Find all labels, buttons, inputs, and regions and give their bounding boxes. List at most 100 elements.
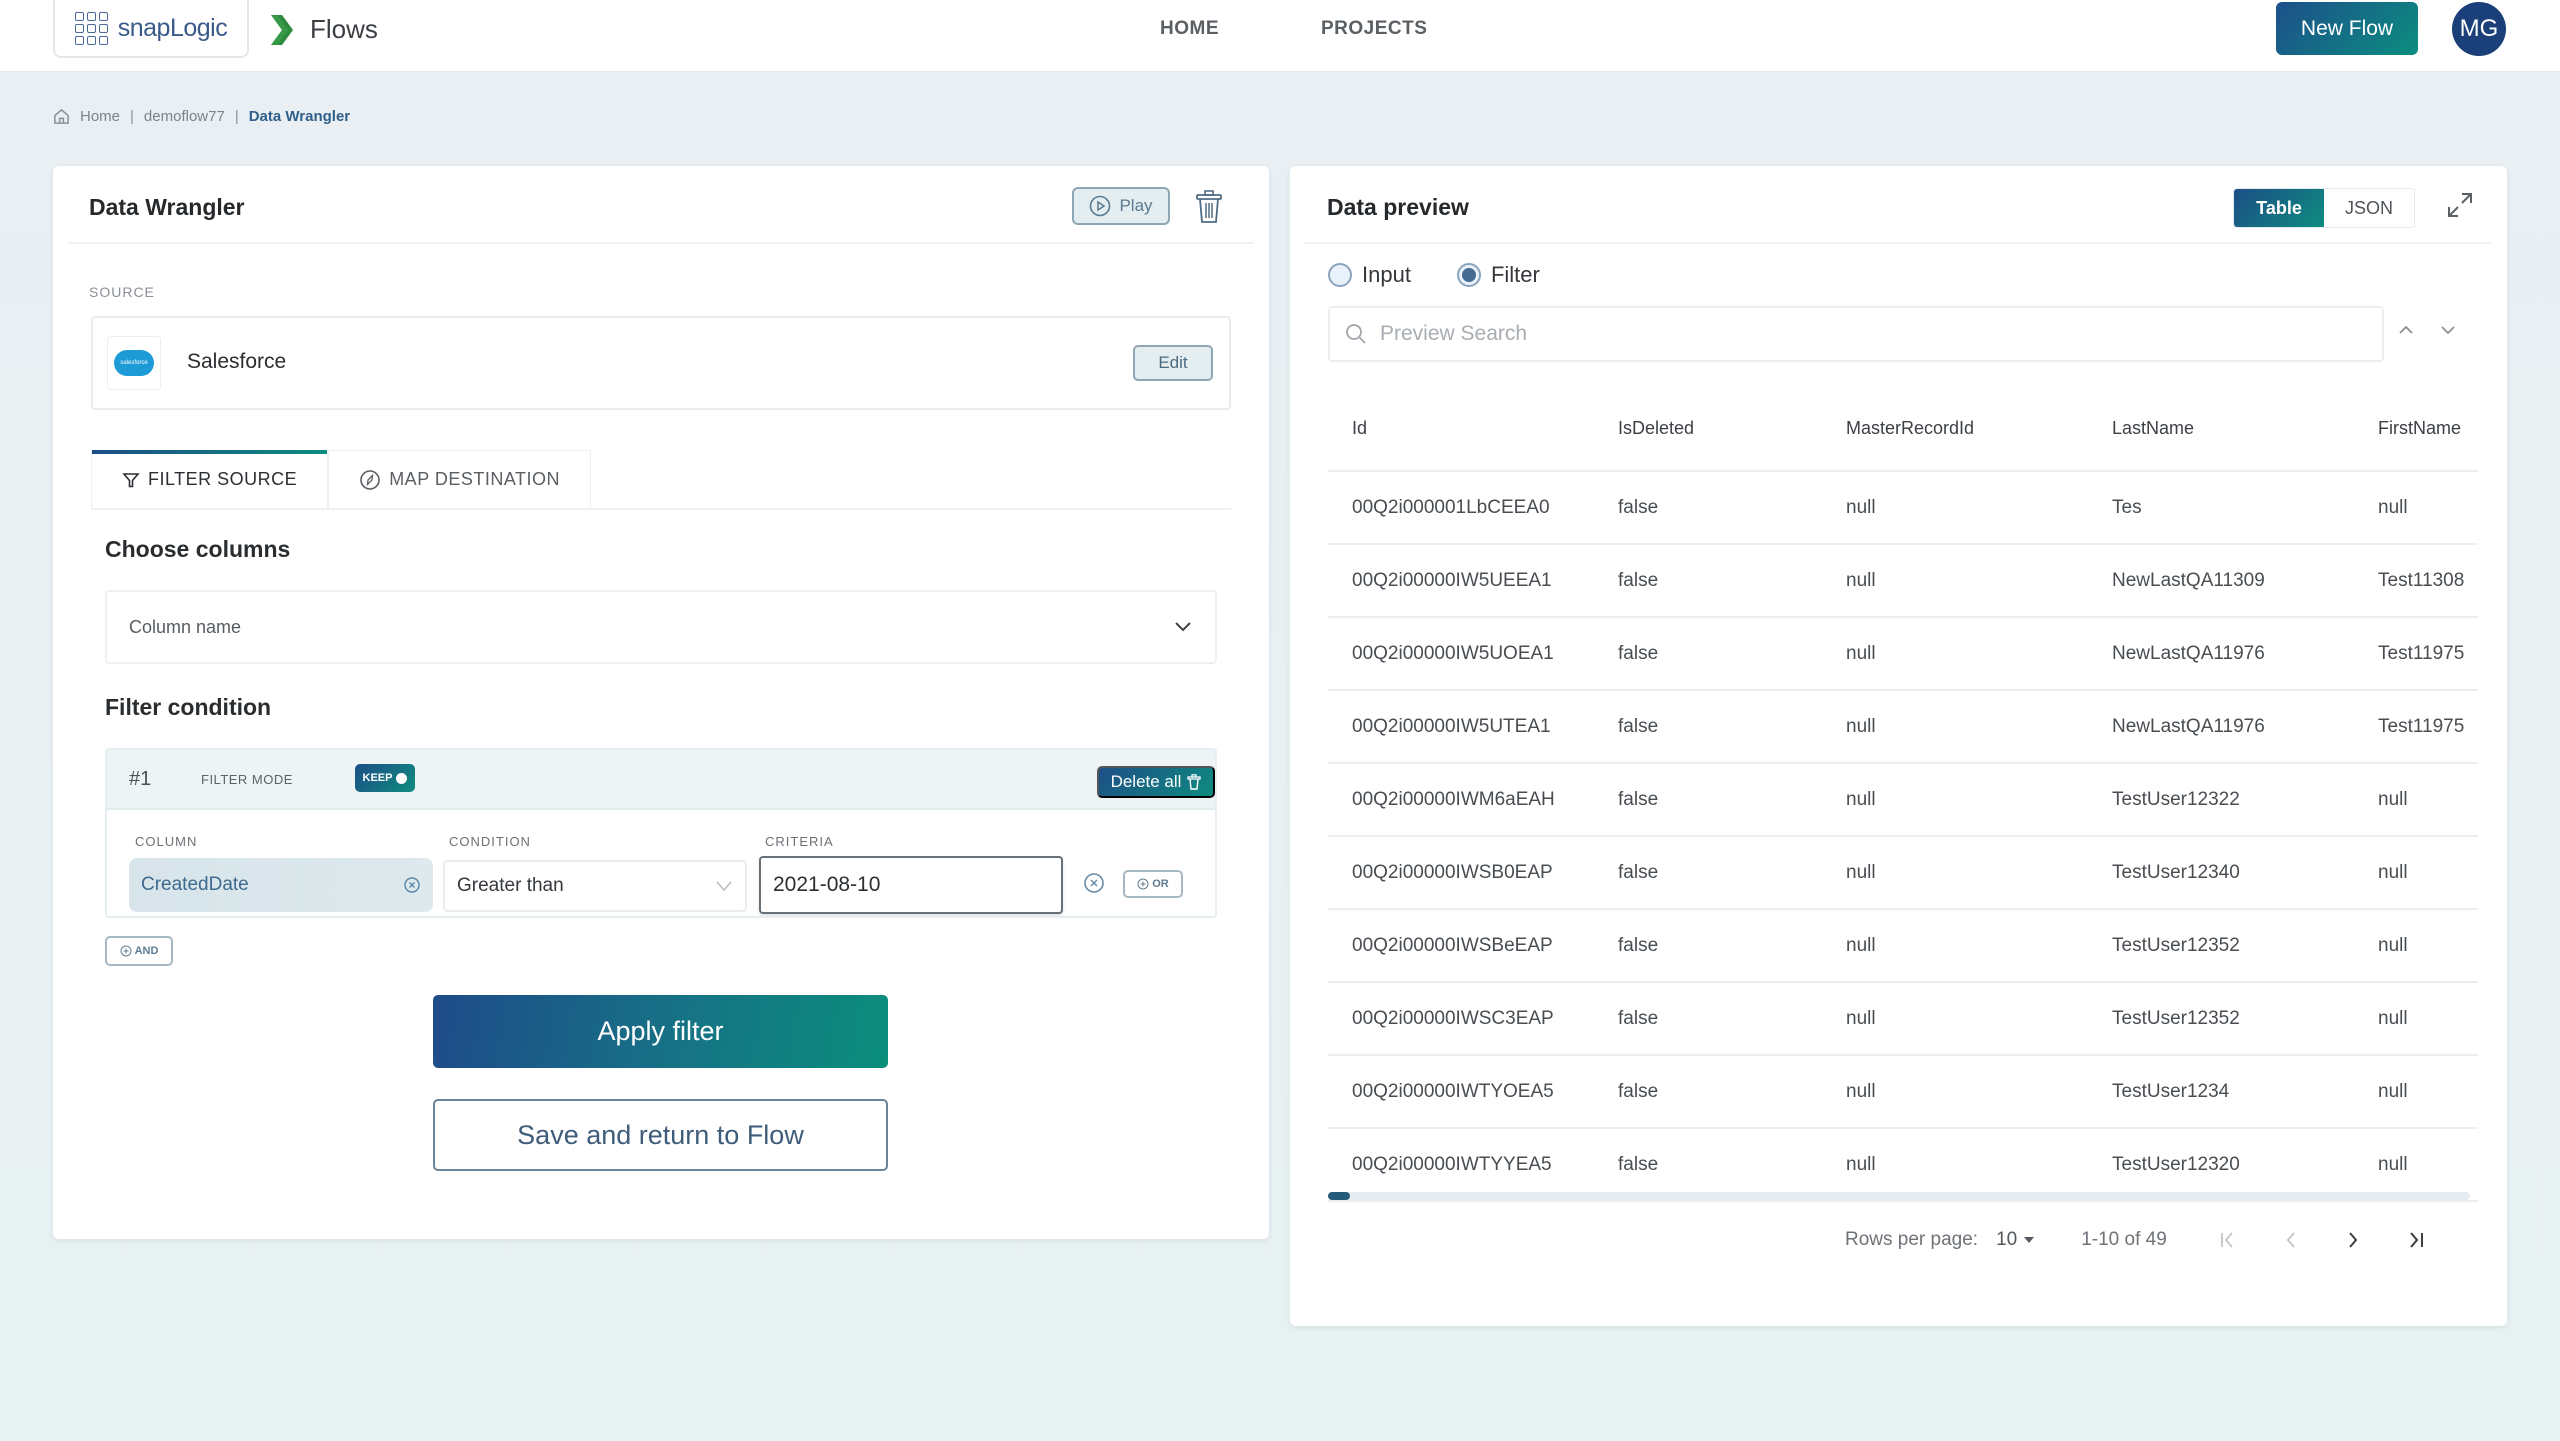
filter-group-header: #1 FILTER MODE KEEP Delete all	[107, 750, 1215, 810]
table-cell: null	[2378, 1007, 2408, 1029]
table-cell: TestUser12320	[2112, 1153, 2240, 1175]
view-option-table[interactable]: Table	[2234, 189, 2324, 227]
last-page-icon[interactable]	[2403, 1228, 2427, 1252]
radio-input[interactable]: Input	[1328, 262, 1411, 288]
previous-page-icon[interactable]	[2279, 1228, 2303, 1252]
table-cell: null	[1846, 788, 1876, 810]
expand-icon[interactable]	[2445, 190, 2475, 220]
table-cell: false	[1618, 788, 1659, 810]
condition-select[interactable]: Greater than	[443, 860, 747, 912]
condition-value: Greater than	[457, 875, 564, 896]
column-name-select[interactable]: Column name	[105, 590, 1217, 664]
radio-label: Filter	[1490, 262, 1540, 287]
table-cell: null	[2378, 1153, 2408, 1175]
table-cell: null	[2378, 788, 2408, 810]
table-row[interactable]: 00Q2i000001LbCEEA0 false null Tes null	[1328, 472, 2478, 545]
horizontal-scrollbar[interactable]	[1328, 1192, 2470, 1200]
tab-filter-source[interactable]: FILTER SOURCE	[91, 450, 329, 508]
column-header[interactable]: LastName	[2088, 418, 2354, 439]
remove-condition-icon[interactable]	[1083, 872, 1105, 894]
table-body: 00Q2i000001LbCEEA0 false null Tes null 00Q2i0…	[1328, 472, 2478, 1202]
table-row[interactable]: 00Q2i00000IW5UTEA1 false null NewLastQA1197…	[1328, 691, 2478, 764]
table-row[interactable]: 00Q2i00000IWM6aEAH false null TestUser12322…	[1328, 764, 2478, 837]
play-button[interactable]: Play	[1072, 187, 1170, 225]
table-cell: TestUser12352	[2112, 934, 2240, 956]
table-row[interactable]: 00Q2i00000IWSBeEAP false null TestUser12352…	[1328, 910, 2478, 983]
edit-source-button[interactable]: Edit	[1133, 345, 1213, 381]
filter-mode-value: KEEP	[362, 772, 393, 784]
save-and-return-button[interactable]: Save and return to Flow	[433, 1099, 888, 1171]
table-cell: false	[1618, 715, 1659, 737]
filter-condition-heading: Filter condition	[105, 694, 272, 720]
table-header-row: Id IsDeleted MasterRecordId LastName Fir…	[1328, 386, 2478, 472]
panel-title: Data preview	[1327, 194, 1469, 220]
apply-filter-button[interactable]: Apply filter	[433, 995, 888, 1068]
table-cell: null	[2378, 934, 2408, 956]
breadcrumb-home[interactable]: Home	[80, 108, 120, 125]
radio-filter[interactable]: Filter	[1456, 262, 1540, 288]
table-row[interactable]: 00Q2i00000IW5UOEA1 false null NewLastQA1197…	[1328, 618, 2478, 691]
logo-grid-icon	[74, 11, 108, 45]
play-label: Play	[1119, 196, 1153, 215]
table-row[interactable]: 00Q2i00000IWTYOEA5 false null TestUser1234 n…	[1328, 1056, 2478, 1129]
table-row[interactable]: 00Q2i00000IWSB0EAP false null TestUser12340…	[1328, 837, 2478, 910]
next-page-icon[interactable]	[2341, 1228, 2365, 1252]
table-cell: Test11308	[2378, 569, 2465, 591]
new-flow-button[interactable]: New Flow	[2276, 2, 2418, 55]
table-cell: false	[1618, 934, 1659, 956]
logo-text: snapLogic	[117, 13, 228, 42]
table-cell: Test11975	[2378, 715, 2465, 737]
source-name: Salesforce	[187, 350, 287, 373]
column-header[interactable]: FirstName	[2354, 418, 2478, 439]
breadcrumb-demoflow[interactable]: demoflow77	[144, 108, 225, 125]
table-cell: null	[1846, 1153, 1876, 1175]
app-name: Flows	[310, 14, 378, 44]
tab-map-destination[interactable]: MAP DESTINATION	[328, 450, 592, 508]
table-cell: 00Q2i00000IW5UOEA1	[1352, 642, 1554, 664]
or-label: OR	[1152, 878, 1169, 890]
column-header[interactable]: Id	[1328, 418, 1594, 439]
and-label: AND	[134, 945, 159, 957]
scrollbar-thumb[interactable]	[1328, 1192, 1350, 1200]
user-avatar[interactable]: MG	[2452, 2, 2506, 56]
filter-number: #1	[129, 768, 152, 790]
salesforce-logo: salesforce	[107, 336, 161, 390]
snaplogic-logo[interactable]: snapLogic	[53, 0, 249, 58]
column-header[interactable]: IsDeleted	[1594, 418, 1822, 439]
breadcrumb-separator: |	[234, 108, 239, 125]
choose-columns-heading: Choose columns	[105, 536, 291, 562]
preview-search-input[interactable]	[1380, 322, 2340, 346]
add-and-button[interactable]: AND	[105, 936, 173, 966]
filter-group: #1 FILTER MODE KEEP Delete all COLUMN CO…	[105, 748, 1217, 918]
first-page-icon[interactable]	[2217, 1228, 2241, 1252]
header-divider	[1305, 242, 2491, 244]
filter-mode-toggle[interactable]: KEEP	[355, 764, 415, 792]
criteria-field-label: CRITERIA	[765, 834, 834, 849]
chevron-up-icon[interactable]	[2394, 318, 2418, 342]
chevron-down-icon	[716, 881, 732, 892]
table-row[interactable]: 00Q2i00000IW5UEEA1 false null NewLastQA1130…	[1328, 545, 2478, 618]
chevron-down-icon[interactable]	[2436, 318, 2460, 342]
rows-per-page-value: 10	[1996, 1229, 2018, 1250]
table-cell: false	[1618, 1153, 1659, 1175]
criteria-input[interactable]	[759, 856, 1063, 914]
radio-button[interactable]	[1328, 263, 1352, 287]
condition-field-label: CONDITION	[449, 834, 531, 849]
radio-button[interactable]	[1456, 263, 1481, 287]
view-toggle: Table JSON	[2233, 188, 2415, 228]
caret-down-icon	[2024, 1237, 2035, 1243]
delete-all-button[interactable]: Delete all	[1097, 766, 1215, 798]
clear-column-icon[interactable]	[403, 876, 421, 894]
rows-per-page-select[interactable]: 10	[1996, 1229, 2035, 1251]
table-row[interactable]: 00Q2i00000IWSC3EAP false null TestUser12352…	[1328, 983, 2478, 1056]
column-chip[interactable]: CreatedDate	[129, 858, 433, 912]
flows-chevron-icon	[271, 15, 293, 45]
data-preview-panel: Data preview Table JSON Input Filter Id	[1290, 166, 2507, 1326]
nav-home[interactable]: HOME	[1160, 18, 1219, 40]
column-header[interactable]: MasterRecordId	[1822, 418, 2088, 439]
add-or-button[interactable]: OR	[1123, 870, 1183, 898]
view-option-json[interactable]: JSON	[2324, 189, 2414, 227]
delete-trash-icon[interactable]	[1195, 190, 1223, 224]
nav-projects[interactable]: PROJECTS	[1321, 18, 1427, 40]
table-cell: 00Q2i000001LbCEEA0	[1352, 496, 1550, 518]
